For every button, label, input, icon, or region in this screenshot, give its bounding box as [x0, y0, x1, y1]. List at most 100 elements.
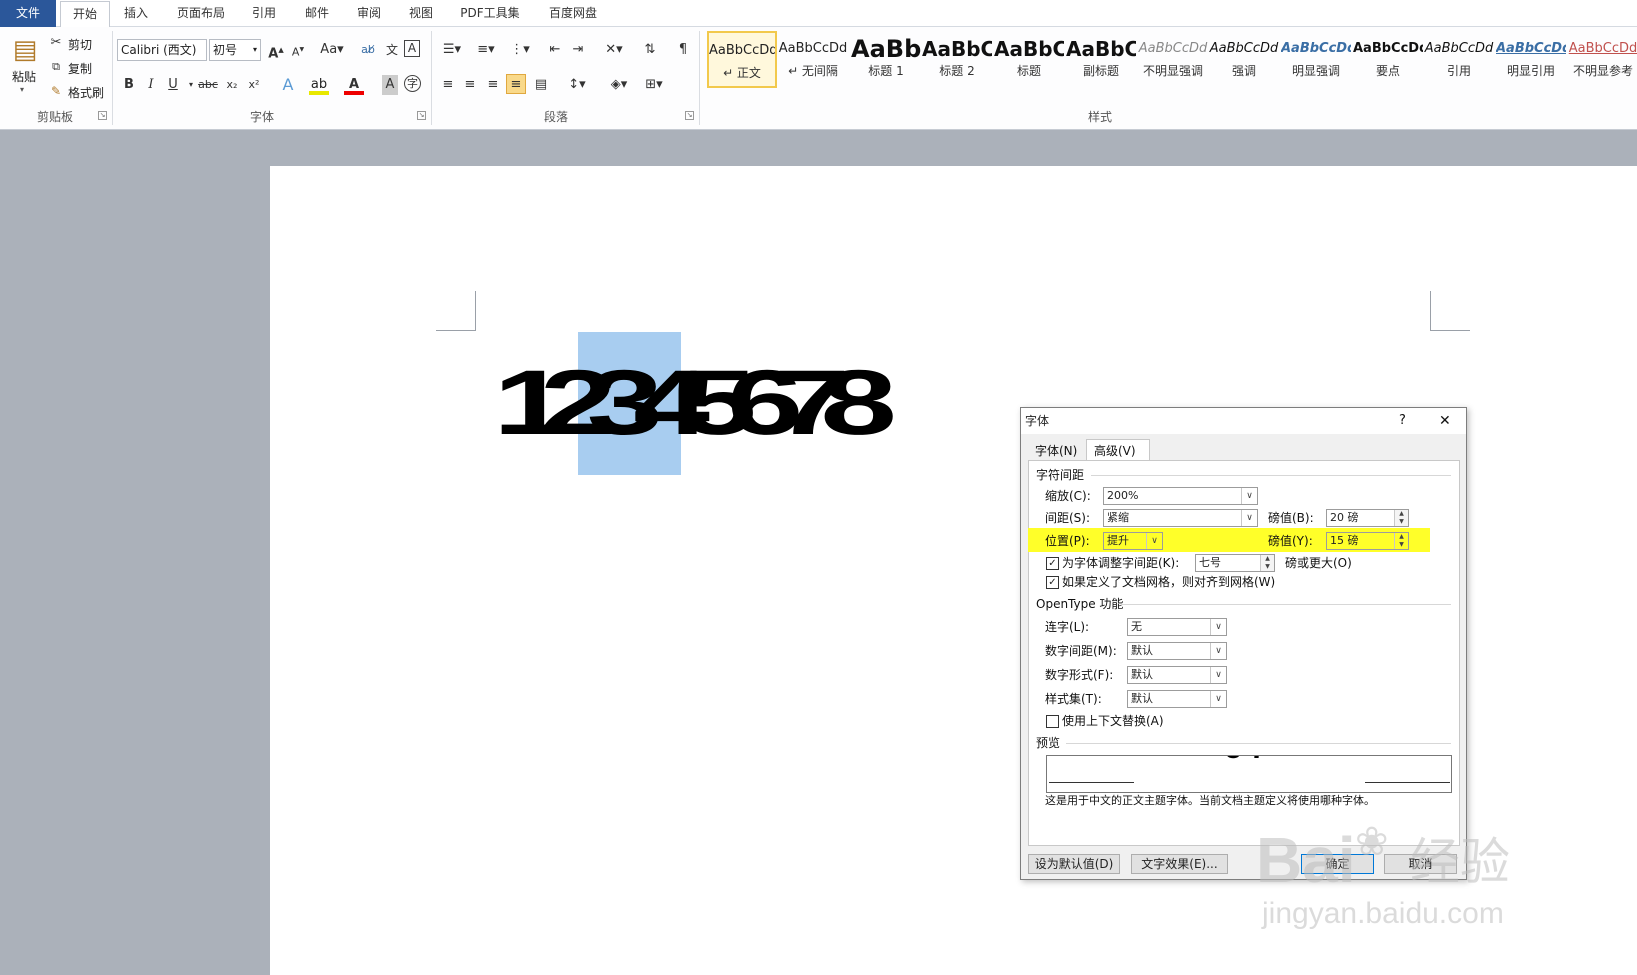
chevron-down-icon: ∨ [1146, 533, 1162, 549]
num-spacing-combo[interactable]: 默认 ∨ [1127, 642, 1227, 660]
format-painter-button[interactable]: 格式刷 [68, 84, 104, 101]
font-launcher-icon[interactable]: ↘ [417, 111, 426, 120]
bold-icon[interactable]: B [119, 75, 139, 95]
num-forms-label: 数字形式(F): [1045, 668, 1114, 682]
highlight-color-icon[interactable]: ab [309, 75, 329, 95]
distributed-icon[interactable]: ▤ [531, 75, 551, 95]
grow-font-icon[interactable]: A▲ [266, 40, 286, 61]
paragraph-launcher-icon[interactable]: ↘ [685, 111, 694, 120]
style-name: 标题 [1016, 64, 1041, 78]
copy-button[interactable]: 复制 [68, 60, 92, 77]
paste-dropdown-icon[interactable]: ▾ [20, 85, 24, 94]
increase-indent-icon[interactable]: ⇥ [568, 40, 588, 60]
multilevel-list-icon[interactable]: ⋮▾ [506, 40, 534, 60]
shading-icon[interactable]: ◈▾ [605, 75, 633, 95]
style-item[interactable]: AaBbC 副标题 [1066, 31, 1136, 88]
justify-icon[interactable]: ≡ [506, 74, 526, 94]
style-item[interactable]: AaBbCcDd 不明显强调 [1138, 31, 1208, 88]
style-name: 标题 1 [868, 64, 904, 78]
style-item[interactable]: AaBb 标题 1 [851, 31, 921, 88]
position-label: 位置(P): [1045, 534, 1090, 548]
tab-baidu-disk[interactable]: 百度网盘 [541, 0, 605, 27]
superscript-icon[interactable]: x² [244, 75, 264, 95]
bullets-icon[interactable]: ☰▾ [438, 40, 466, 60]
font-color-icon[interactable]: A [344, 75, 364, 95]
tab-mailings[interactable]: 邮件 [297, 0, 337, 27]
tab-font[interactable]: 字体(N) [1035, 442, 1077, 460]
clipboard-launcher-icon[interactable]: ↘ [98, 111, 107, 120]
font-name-combo[interactable]: Calibri (西文) [117, 39, 207, 61]
stylistic-set-combo[interactable]: 默认 ∨ [1127, 690, 1227, 708]
style-item[interactable]: AaBbCcDd 要点 [1353, 31, 1423, 88]
styles-group-label: 样式 [1087, 110, 1112, 124]
strikethrough-icon[interactable]: abc [198, 75, 218, 95]
spacing-by-spinner[interactable]: 20 磅 ▲ ▼ [1326, 509, 1409, 527]
document-text[interactable]: 12345678 [493, 353, 897, 453]
position-combo[interactable]: 提升 ∨ [1103, 532, 1163, 550]
copy-icon: ⧉ [52, 60, 60, 73]
tab-view[interactable]: 视图 [401, 0, 441, 27]
clipboard-group-label: 剪贴板 [36, 110, 73, 124]
borders-icon[interactable]: ⊞▾ [640, 75, 668, 95]
tab-insert[interactable]: 插入 [116, 0, 156, 27]
style-item[interactable]: AaBbCcDd 强调 [1209, 31, 1279, 88]
font-size-combo[interactable]: 初号 ▾ [209, 39, 261, 61]
style-item[interactable]: AaBbC 标题 2 [922, 31, 992, 88]
phonetic-guide-icon[interactable]: 文 [382, 40, 402, 60]
shrink-font-icon[interactable]: A▼ [288, 40, 308, 60]
align-right-icon[interactable]: ≡ [483, 75, 503, 95]
decrease-indent-icon[interactable]: ⇤ [545, 40, 565, 60]
underline-icon[interactable]: U [163, 75, 183, 95]
paste-icon[interactable]: ▤ [10, 33, 40, 67]
style-item[interactable]: AaBbCcDd ↵ 正文 [707, 31, 777, 88]
style-item[interactable]: AaBbCcDd ↵ 无间隔 [778, 31, 848, 88]
enclose-char-icon[interactable]: 字 [404, 75, 421, 92]
style-item[interactable]: AaBbCcDd 明显引用 [1496, 31, 1566, 88]
style-item[interactable]: AaBbCcDd 引用 [1424, 31, 1494, 88]
ligatures-label: 连字(L): [1045, 620, 1090, 634]
close-icon[interactable]: ✕ [1439, 412, 1451, 430]
tab-home[interactable]: 开始 [60, 1, 110, 28]
style-name: 要点 [1375, 64, 1400, 78]
show-marks-icon[interactable]: ¶ [673, 40, 693, 60]
tab-advanced[interactable]: 高级(V) [1094, 442, 1136, 460]
align-left-icon[interactable]: ≡ [438, 75, 458, 95]
scale-combo[interactable]: 200% ∨ [1103, 487, 1258, 505]
position-by-spinner[interactable]: 15 磅 ▲ ▼ [1326, 532, 1409, 550]
paste-button[interactable]: 粘贴 [12, 68, 36, 85]
tab-references[interactable]: 引用 [244, 0, 284, 27]
tab-page-layout[interactable]: 页面布局 [170, 0, 232, 27]
style-item[interactable]: AaBbCcDd 明显强调 [1281, 31, 1351, 88]
help-icon[interactable]: ? [1399, 412, 1406, 430]
section-opentype: OpenType 功能 [1036, 597, 1124, 611]
char-shading-icon[interactable]: A [382, 75, 398, 95]
clear-format-icon[interactable]: ab̸ [358, 40, 378, 60]
ribbon: ▤ 粘贴 ▾ ✂ 剪切 ⧉ 复制 ✎ 格式刷 剪贴板 ↘ Calibri (西文… [0, 27, 1637, 130]
char-border-icon[interactable]: A [404, 40, 420, 57]
spacing-combo[interactable]: 紧缩 ∨ [1103, 509, 1258, 527]
line-spacing-icon[interactable]: ↕▾ [563, 75, 591, 95]
subscript-icon[interactable]: x₂ [222, 75, 242, 95]
style-item[interactable]: AaBbCcDd 不明显参考 [1568, 31, 1637, 88]
numbering-icon[interactable]: ≡▾ [472, 40, 500, 60]
tab-file[interactable]: 文件 [0, 0, 56, 27]
italic-icon[interactable]: I [141, 75, 161, 95]
tab-review[interactable]: 审阅 [349, 0, 389, 27]
chinese-layout-icon[interactable]: ✕▾ [600, 40, 628, 60]
ligatures-combo[interactable]: 无 ∨ [1127, 618, 1227, 636]
kerning-spinner[interactable]: 七号 ▲ ▼ [1195, 554, 1275, 572]
text-effects-button[interactable]: 文字效果(E)... [1131, 854, 1228, 874]
tab-pdf-tools[interactable]: PDF工具集 [454, 0, 526, 27]
set-default-button[interactable]: 设为默认值(D) [1028, 854, 1120, 874]
num-forms-combo[interactable]: 默认 ∨ [1127, 666, 1227, 684]
style-preview: AaBbC [922, 37, 992, 61]
sort-icon[interactable]: ⇅ [640, 40, 660, 60]
cut-button[interactable]: 剪切 [68, 36, 92, 53]
text-effects-icon[interactable]: A [278, 75, 298, 95]
contextual-checkbox[interactable] [1046, 715, 1059, 728]
change-case-icon[interactable]: Aa▾ [318, 40, 346, 60]
style-item[interactable]: AaBbC 标题 [994, 31, 1064, 88]
grid-checkbox[interactable]: ✓ [1046, 576, 1059, 589]
align-center-icon[interactable]: ≡ [460, 75, 480, 95]
kerning-checkbox[interactable]: ✓ [1046, 557, 1059, 570]
